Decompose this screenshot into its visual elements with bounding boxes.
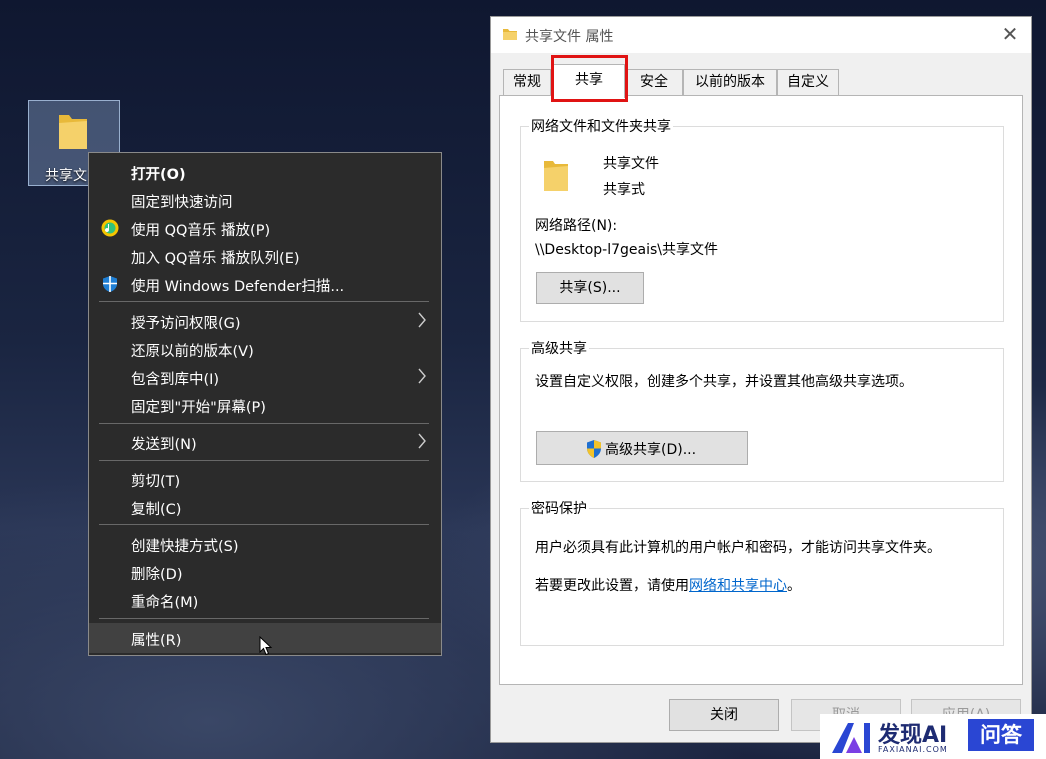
advanced-sharing-group: 高级共享 设置自定义权限，创建多个共享，并设置其他高级共享选项。 高级共享(D)… xyxy=(520,338,1004,482)
menu-item-include-library[interactable]: 包含到库中(I) xyxy=(89,364,441,390)
menu-separator xyxy=(99,618,429,619)
menu-item-defender-scan[interactable]: 使用 Windows Defender扫描... xyxy=(89,271,441,297)
advanced-sharing-button-label: 高级共享(D)... xyxy=(605,442,697,458)
watermark-site: FAXIANAI.COM xyxy=(878,745,948,754)
menu-item-copy[interactable]: 复制(C) xyxy=(89,494,441,520)
network-sharing-group: 网络文件和文件夹共享 共享文件 共享式 网络路径(N): \\Desktop-l… xyxy=(520,116,1004,322)
faxianai-logo-icon xyxy=(832,723,870,753)
network-sharing-center-link[interactable]: 网络和共享中心 xyxy=(689,578,787,594)
menu-item-send-to[interactable]: 发送到(N) xyxy=(89,429,441,455)
defender-shield-icon xyxy=(103,276,117,292)
menu-item-open[interactable]: 打开(O) xyxy=(89,159,441,185)
dialog-titlebar: 共享文件 属性 ✕ xyxy=(491,17,1031,53)
watermark: 发现AI FAXIANAI.COM 问答 xyxy=(820,714,1046,759)
menu-separator xyxy=(99,460,429,461)
menu-item-qq-play[interactable]: 使用 QQ音乐 播放(P) xyxy=(89,215,441,241)
menu-separator xyxy=(99,524,429,525)
group-label: 高级共享 xyxy=(529,338,589,358)
tab-customize[interactable]: 自定义 xyxy=(777,69,839,95)
desktop-icon-label: 共享文 xyxy=(45,168,87,184)
menu-separator xyxy=(99,423,429,424)
properties-dialog: 共享文件 属性 ✕ 常规 共享 安全 以前的版本 自定义 网络文件和文件夹共享 … xyxy=(490,16,1032,743)
menu-item-pin-quick-access[interactable]: 固定到快速访问 xyxy=(89,187,441,213)
chevron-right-icon xyxy=(418,312,426,328)
folder-icon xyxy=(59,115,87,149)
change-setting-suffix: 。 xyxy=(787,578,801,594)
menu-item-create-shortcut[interactable]: 创建快捷方式(S) xyxy=(89,531,441,557)
dialog-title: 共享文件 属性 xyxy=(525,29,614,45)
context-menu: 打开(O) 固定到快速访问 使用 QQ音乐 播放(P) 加入 QQ音乐 播放队列… xyxy=(88,152,442,656)
group-label: 网络文件和文件夹共享 xyxy=(529,116,673,136)
tab-general[interactable]: 常规 xyxy=(503,69,551,95)
uac-shield-icon xyxy=(587,440,601,458)
advanced-sharing-description: 设置自定义权限，创建多个共享，并设置其他高级共享选项。 xyxy=(535,374,913,390)
chevron-right-icon xyxy=(418,368,426,384)
menu-item-cut[interactable]: 剪切(T) xyxy=(89,466,441,492)
chevron-right-icon xyxy=(418,433,426,449)
tab-highlight-box xyxy=(551,55,628,102)
sharing-tab-panel: 网络文件和文件夹共享 共享文件 共享式 网络路径(N): \\Desktop-l… xyxy=(499,95,1023,685)
menu-item-pin-start[interactable]: 固定到"开始"屏幕(P) xyxy=(89,392,441,418)
mouse-cursor-icon xyxy=(259,636,273,656)
tab-security[interactable]: 安全 xyxy=(625,69,683,95)
tab-previous-versions[interactable]: 以前的版本 xyxy=(683,69,777,95)
folder-name: 共享文件 xyxy=(603,156,659,172)
menu-item-qq-queue[interactable]: 加入 QQ音乐 播放队列(E) xyxy=(89,243,441,269)
menu-item-delete[interactable]: 删除(D) xyxy=(89,559,441,585)
menu-item-restore-versions[interactable]: 还原以前的版本(V) xyxy=(89,336,441,362)
change-setting-prefix: 若要更改此设置，请使用 xyxy=(535,578,689,594)
folder-icon xyxy=(544,161,568,191)
advanced-sharing-button[interactable]: 高级共享(D)... xyxy=(536,431,748,465)
network-path-label: 网络路径(N): xyxy=(535,218,618,234)
qq-music-icon xyxy=(101,219,119,237)
menu-separator xyxy=(99,301,429,302)
group-label: 密码保护 xyxy=(529,498,589,518)
folder-icon xyxy=(503,29,517,40)
change-setting-text: 若要更改此设置，请使用网络和共享中心。 xyxy=(535,575,801,595)
password-protection-description: 用户必须具有此计算机的用户帐户和密码，才能访问共享文件夹。 xyxy=(535,540,941,556)
password-protection-group: 密码保护 用户必须具有此计算机的用户帐户和密码，才能访问共享文件夹。 若要更改此… xyxy=(520,498,1004,646)
share-status: 共享式 xyxy=(603,182,645,198)
share-button[interactable]: 共享(S)... xyxy=(536,272,644,304)
menu-item-give-access[interactable]: 授予访问权限(G) xyxy=(89,308,441,334)
close-icon[interactable]: ✕ xyxy=(999,23,1021,45)
close-button[interactable]: 关闭 xyxy=(669,699,779,731)
menu-item-rename[interactable]: 重命名(M) xyxy=(89,587,441,613)
watermark-badge: 问答 xyxy=(968,719,1034,751)
network-path: \\Desktop-l7geais\共享文件 xyxy=(535,242,718,258)
